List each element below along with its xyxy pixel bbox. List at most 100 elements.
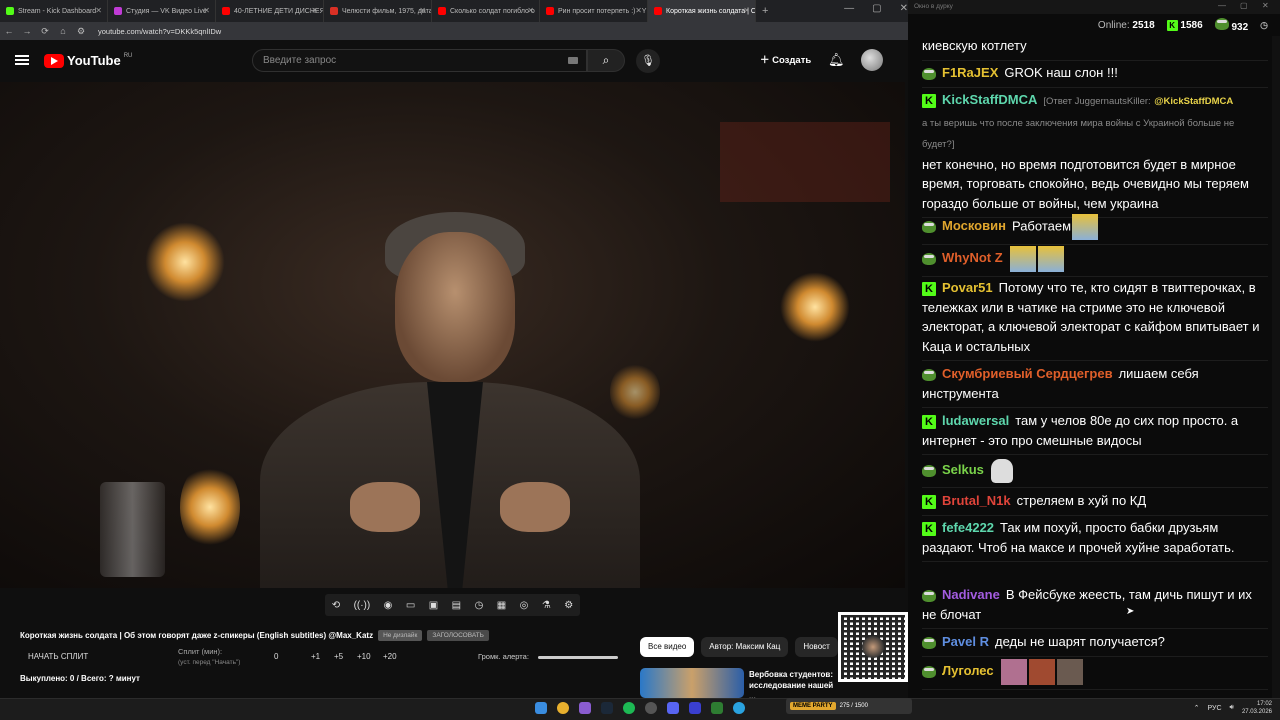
browser-tab[interactable]: Челюсти фильм, 1975, дата ✕: [324, 0, 432, 22]
chat-username[interactable]: ludawersal: [942, 413, 1009, 428]
stream-tool-icon[interactable]: ((·)): [354, 600, 371, 611]
chat-username[interactable]: Московин: [942, 218, 1006, 233]
tray-arrow-icon[interactable]: ⌃: [1194, 704, 1200, 712]
search-input[interactable]: Введите запрос: [252, 49, 587, 72]
chat-message: Kfefe4222 Так им похуй, просто бабки друз…: [922, 518, 1268, 562]
kick-badge-icon: K: [922, 281, 936, 296]
chip-author[interactable]: Автор: Максим Кац: [701, 637, 789, 657]
app-icon[interactable]: [579, 702, 591, 714]
search-button[interactable]: ⌕: [587, 49, 625, 72]
clock[interactable]: 17:02 27.03.2026: [1242, 700, 1272, 716]
tab-close-icon[interactable]: ✕: [203, 6, 210, 15]
chat-username[interactable]: Brutal_N1k: [942, 493, 1011, 508]
chat-username[interactable]: Луголес: [942, 663, 994, 678]
volume-icon[interactable]: 🔊︎: [1230, 704, 1234, 712]
stream-tool-icon[interactable]: ⟲: [332, 600, 340, 611]
split-value[interactable]: +5: [334, 652, 357, 661]
hamburger-menu-icon[interactable]: [15, 55, 29, 65]
telegram-icon[interactable]: [733, 702, 745, 714]
tab-close-icon[interactable]: ✕: [311, 6, 318, 15]
browser-tab[interactable]: Stream - Kick Dashboard ✕: [0, 0, 108, 22]
split-value[interactable]: +1: [311, 652, 334, 661]
url-text[interactable]: youtube.com/watch?v=DKKk5qnlIDw: [98, 27, 221, 36]
stream-tool-icon[interactable]: ⚗: [542, 600, 551, 611]
tab-close-icon[interactable]: ✕: [635, 6, 642, 15]
stream-tool-icon[interactable]: ◎: [520, 600, 529, 611]
split-value[interactable]: +20: [383, 652, 409, 661]
browser-tab[interactable]: Сколько солдат погибло о ✕: [432, 0, 540, 22]
app-icon[interactable]: [711, 702, 723, 714]
browser-tab[interactable]: 40-ЛЕТНИЕ ДЕТИ ДИСНЕЯ ✕: [216, 0, 324, 22]
home-icon[interactable]: ⌂: [54, 26, 72, 36]
minimize-icon[interactable]: —: [844, 3, 854, 14]
tab-close-icon[interactable]: ✕: [419, 6, 426, 15]
chat-message: Nadivane В Фейсбуке жеесть, там дичь пишу…: [922, 585, 1268, 629]
create-button[interactable]: ＋ Создать: [752, 49, 819, 73]
tab-favicon-icon: [654, 7, 662, 15]
chip-news[interactable]: Новост: [795, 637, 838, 657]
app-icon[interactable]: [689, 702, 701, 714]
dislike-pill[interactable]: Не дизлайк: [378, 630, 423, 641]
maximize-icon[interactable]: ▢: [1240, 1, 1248, 10]
close-icon[interactable]: ✕: [1262, 1, 1269, 10]
chat-username[interactable]: Скумбриевый Сердцегрев: [942, 366, 1113, 381]
reload-icon[interactable]: ⟳: [36, 26, 54, 37]
discord-icon[interactable]: [667, 702, 679, 714]
chat-username[interactable]: F1RaJEX: [942, 65, 998, 80]
start-split-button[interactable]: НАЧАТЬ СПЛИТ: [28, 652, 88, 661]
chat-username[interactable]: WhyNot Z: [942, 250, 1003, 265]
stream-tool-icon[interactable]: ⚙: [564, 600, 573, 611]
chat-username[interactable]: Povar51: [942, 280, 993, 295]
browser-tab[interactable]: Студия — VK Видео Live ✕: [108, 0, 216, 22]
voice-search-button[interactable]: 🎙: [636, 49, 660, 73]
start-icon[interactable]: [535, 702, 547, 714]
tab-close-icon[interactable]: ✕: [743, 6, 750, 15]
forward-icon[interactable]: →: [18, 26, 36, 36]
minimize-icon[interactable]: —: [1218, 1, 1226, 10]
chat-username[interactable]: Pavel R: [942, 634, 989, 649]
address-bar: ← → ⟳ ⌂ ⚙ youtube.com/watch?v=DKKk5qnlID…: [0, 22, 908, 40]
alert-volume-slider[interactable]: [538, 656, 618, 659]
mention[interactable]: @KickStaffDMCA: [1154, 96, 1233, 107]
chat-username[interactable]: fefe4222: [942, 520, 994, 535]
clock-icon[interactable]: ◷: [1260, 20, 1268, 31]
spotify-icon[interactable]: [623, 702, 635, 714]
steam-icon[interactable]: [601, 702, 613, 714]
back-icon[interactable]: ←: [0, 26, 18, 36]
stream-tool-icon[interactable]: ◉: [384, 600, 393, 611]
tab-close-icon[interactable]: ✕: [95, 6, 102, 15]
stream-tool-icon[interactable]: ◷: [475, 600, 484, 611]
split-value[interactable]: 0: [274, 652, 311, 661]
video-player[interactable]: [0, 82, 905, 588]
notifications-bell-icon[interactable]: 🔔︎: [828, 52, 845, 68]
split-value[interactable]: +10: [357, 652, 383, 661]
chat-scrollbar[interactable]: [1272, 36, 1280, 698]
stream-tool-icon[interactable]: ▤: [452, 600, 461, 611]
account-avatar[interactable]: [861, 49, 883, 71]
site-info-icon[interactable]: ⚙: [72, 26, 90, 37]
new-tab-icon[interactable]: +: [762, 5, 768, 17]
stream-tool-icon[interactable]: ▣: [429, 600, 438, 611]
obs-icon[interactable]: [645, 702, 657, 714]
create-label: Создать: [772, 55, 812, 66]
vote-pill[interactable]: ЗАГОЛОСОВАТЬ: [427, 630, 489, 641]
speaker-face: [395, 232, 515, 382]
maximize-icon[interactable]: ▢: [872, 3, 881, 14]
language-indicator[interactable]: РУС: [1208, 705, 1222, 712]
recommended-thumbnail[interactable]: [640, 668, 744, 698]
chat-username[interactable]: Nadivane: [942, 587, 1000, 602]
chat-username[interactable]: Selkus: [942, 462, 984, 477]
youtube-logo[interactable]: YouTube RU: [44, 53, 132, 68]
keyboard-icon[interactable]: [568, 57, 578, 64]
browser-tab[interactable]: Короткая жизнь солдата | С ✕: [648, 0, 756, 22]
chat-username[interactable]: KickStaffDMCA: [942, 92, 1037, 107]
browser-tab[interactable]: Рин просит потерпеть :) - Y ✕: [540, 0, 648, 22]
meme-party-widget[interactable]: MEME PARTY 275 / 1500: [786, 698, 912, 714]
chip-all-videos[interactable]: Все видео: [640, 637, 695, 657]
close-icon[interactable]: ✕: [900, 3, 908, 14]
chrome-icon[interactable]: [557, 702, 569, 714]
stream-tool-icon[interactable]: ▦: [497, 600, 506, 611]
tab-close-icon[interactable]: ✕: [527, 6, 534, 15]
stream-tool-icon[interactable]: ▭: [406, 600, 415, 611]
split-label: Сплит (мин): (уст. перед "Начать"): [178, 647, 240, 668]
